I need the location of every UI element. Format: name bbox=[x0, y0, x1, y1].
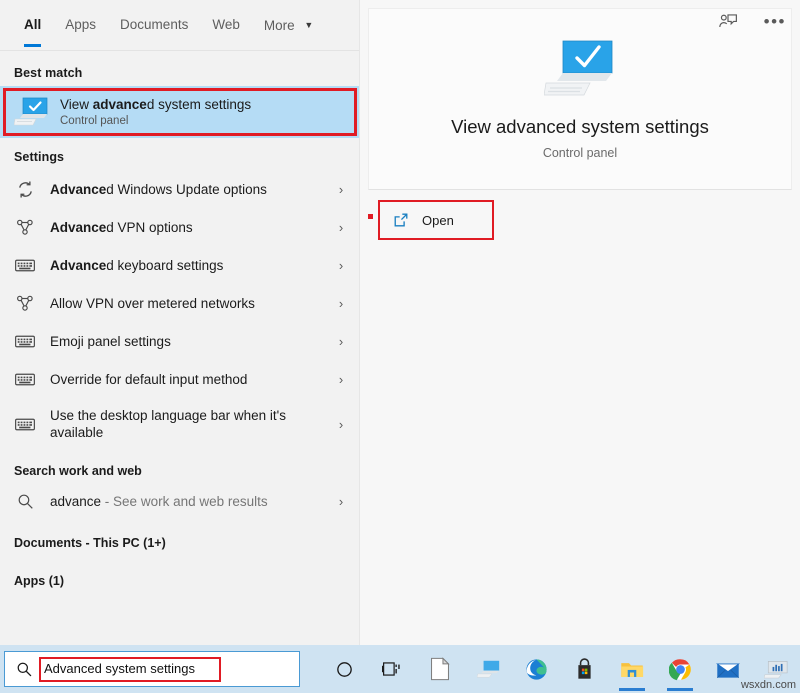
sync-icon bbox=[14, 178, 36, 200]
search-filter-tabs: All Apps Documents Web More ▼ bbox=[0, 0, 360, 50]
tab-apps[interactable]: Apps bbox=[53, 12, 108, 35]
chevron-right-icon: › bbox=[334, 494, 348, 509]
tab-web[interactable]: Web bbox=[200, 12, 252, 35]
chevron-right-icon: › bbox=[334, 258, 348, 273]
web-search-label: advance - See work and web results bbox=[50, 493, 334, 510]
file-explorer-icon[interactable] bbox=[608, 645, 656, 693]
best-match-title: View advanced system settings bbox=[60, 96, 251, 113]
remote-desktop-icon[interactable] bbox=[464, 645, 512, 693]
annotation-dot bbox=[368, 214, 373, 219]
taskbar-search-box[interactable]: Advanced system settings bbox=[4, 651, 300, 687]
settings-row-advanced-vpn-options[interactable]: Advanced VPN options › bbox=[0, 208, 360, 246]
preview-actions: Open bbox=[368, 198, 784, 242]
tab-documents-label: Documents bbox=[120, 17, 188, 32]
ellipsis-icon[interactable]: ••• bbox=[764, 17, 786, 27]
libreoffice-writer-icon[interactable] bbox=[416, 645, 464, 693]
windows-search-screen: All Apps Documents Web More ▼ Best mat bbox=[0, 0, 800, 693]
tab-more[interactable]: More ▼ bbox=[252, 12, 325, 36]
settings-row-label: Advanced Windows Update options bbox=[50, 181, 334, 198]
best-match-text: View advanced system settings Control pa… bbox=[60, 96, 251, 129]
header-actions: ••• bbox=[718, 12, 786, 32]
settings-row-advanced-windows-update[interactable]: Advanced Windows Update options › bbox=[0, 170, 360, 208]
settings-row-label: Use the desktop language bar when it's a… bbox=[50, 407, 334, 441]
person-feedback-icon[interactable] bbox=[718, 12, 738, 32]
cortana-circle-icon[interactable] bbox=[320, 645, 368, 693]
open-button-label: Open bbox=[422, 213, 454, 228]
tab-all[interactable]: All bbox=[12, 12, 53, 35]
documents-heading: Documents - This PC (1+) bbox=[0, 520, 360, 554]
results-right-column: View advanced system settings Control pa… bbox=[360, 0, 800, 645]
taskbar-icons bbox=[320, 645, 800, 693]
chevron-right-icon: › bbox=[334, 296, 348, 311]
tab-more-label: More bbox=[264, 18, 295, 33]
chevron-down-icon: ▼ bbox=[304, 15, 313, 35]
apps-heading: Apps (1) bbox=[0, 554, 360, 592]
search-work-and-web-heading: Search work and web bbox=[0, 450, 360, 482]
chevron-right-icon: › bbox=[334, 417, 348, 432]
search-icon bbox=[15, 660, 33, 678]
computer-settings-icon bbox=[14, 97, 48, 127]
tabbar-divider bbox=[0, 50, 360, 51]
keyboard-icon bbox=[14, 254, 36, 276]
microsoft-edge-icon[interactable] bbox=[512, 645, 560, 693]
microsoft-store-icon[interactable] bbox=[560, 645, 608, 693]
keyboard-icon bbox=[14, 368, 36, 390]
tab-documents[interactable]: Documents bbox=[108, 12, 200, 35]
preview-subtitle: Control panel bbox=[543, 146, 617, 160]
settings-row-advanced-keyboard-settings[interactable]: Advanced keyboard settings › bbox=[0, 246, 360, 284]
settings-row-emoji-panel-settings[interactable]: Emoji panel settings › bbox=[0, 322, 360, 360]
keyboard-icon bbox=[14, 413, 36, 435]
chevron-right-icon: › bbox=[334, 372, 348, 387]
settings-row-label: Emoji panel settings bbox=[50, 333, 334, 350]
search-results-panel: All Apps Documents Web More ▼ Best mat bbox=[0, 0, 800, 645]
tab-all-label: All bbox=[24, 17, 41, 32]
search-input-wrap: Advanced system settings bbox=[39, 656, 299, 682]
tab-apps-label: Apps bbox=[65, 17, 96, 32]
settings-row-label: Allow VPN over metered networks bbox=[50, 295, 334, 312]
open-button[interactable]: Open bbox=[382, 204, 490, 236]
preview-card: View advanced system settings Control pa… bbox=[368, 8, 792, 190]
best-match-heading: Best match bbox=[0, 58, 360, 86]
open-external-icon bbox=[392, 211, 410, 229]
results-left-column: All Apps Documents Web More ▼ Best mat bbox=[0, 0, 360, 645]
settings-row-label: Advanced keyboard settings bbox=[50, 257, 334, 274]
settings-row-label: Override for default input method bbox=[50, 371, 334, 388]
chevron-right-icon: › bbox=[334, 220, 348, 235]
best-match-subtitle: Control panel bbox=[60, 114, 251, 129]
tab-web-label: Web bbox=[212, 17, 240, 32]
search-input[interactable]: Advanced system settings bbox=[39, 660, 195, 678]
task-view-icon[interactable] bbox=[368, 645, 416, 693]
computer-settings-icon bbox=[544, 39, 616, 99]
results-list: Best match View adva bbox=[0, 50, 360, 645]
best-match-row[interactable]: View advanced system settings Control pa… bbox=[0, 86, 360, 138]
keyboard-icon bbox=[14, 330, 36, 352]
google-chrome-icon[interactable] bbox=[656, 645, 704, 693]
settings-row-allow-vpn-metered[interactable]: Allow VPN over metered networks › bbox=[0, 284, 360, 322]
search-icon bbox=[14, 490, 36, 512]
chevron-right-icon: › bbox=[334, 182, 348, 197]
chevron-right-icon: › bbox=[334, 334, 348, 349]
web-search-row[interactable]: advance - See work and web results › bbox=[0, 482, 360, 520]
vpn-icon bbox=[14, 216, 36, 238]
preview-title: View advanced system settings bbox=[451, 115, 709, 139]
vpn-icon bbox=[14, 292, 36, 314]
taskbar: Advanced system settings bbox=[0, 645, 800, 693]
settings-row-label: Advanced VPN options bbox=[50, 219, 334, 236]
watermark: wsxdn.com bbox=[741, 679, 796, 691]
settings-row-override-default-input-method[interactable]: Override for default input method › bbox=[0, 360, 360, 398]
settings-heading: Settings bbox=[0, 138, 360, 170]
settings-row-desktop-language-bar[interactable]: Use the desktop language bar when it's a… bbox=[0, 398, 360, 450]
